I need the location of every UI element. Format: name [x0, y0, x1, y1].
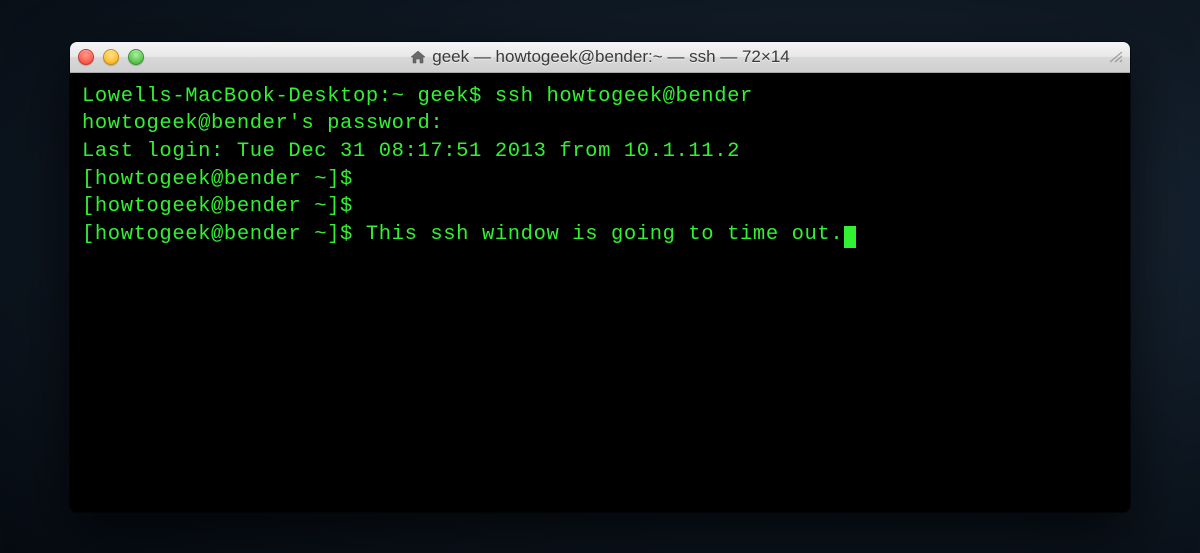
window-title: geek — howtogeek@bender:~ — ssh — 72×14: [432, 47, 789, 67]
cursor: [844, 226, 856, 248]
resize-grip-icon[interactable]: [1108, 50, 1124, 64]
prompt: [howtogeek@bender ~]$: [82, 168, 366, 191]
command-text: ssh howtogeek@bender: [495, 85, 753, 108]
minimize-button[interactable]: [103, 49, 119, 65]
terminal-line: [howtogeek@bender ~]$ This ssh window is…: [82, 221, 1118, 249]
terminal-line: Lowells-MacBook-Desktop:~ geek$ ssh howt…: [82, 83, 1118, 111]
zoom-button[interactable]: [128, 49, 144, 65]
output-text: howtogeek@bender's password:: [82, 112, 443, 135]
command-text: This ssh window is going to time out.: [366, 223, 843, 246]
home-icon: [410, 50, 426, 64]
terminal-line: [howtogeek@bender ~]$: [82, 166, 1118, 194]
terminal-line: Last login: Tue Dec 31 08:17:51 2013 fro…: [82, 138, 1118, 166]
terminal-line: howtogeek@bender's password:: [82, 110, 1118, 138]
terminal-line: [howtogeek@bender ~]$: [82, 193, 1118, 221]
prompt: [howtogeek@bender ~]$: [82, 195, 366, 218]
title-wrap: geek — howtogeek@bender:~ — ssh — 72×14: [70, 47, 1130, 67]
prompt: [howtogeek@bender ~]$: [82, 223, 366, 246]
traffic-lights: [78, 49, 144, 65]
output-text: Last login: Tue Dec 31 08:17:51 2013 fro…: [82, 140, 740, 163]
prompt: Lowells-MacBook-Desktop:~ geek$: [82, 85, 495, 108]
titlebar[interactable]: geek — howtogeek@bender:~ — ssh — 72×14: [70, 42, 1130, 73]
terminal-window: geek — howtogeek@bender:~ — ssh — 72×14 …: [70, 42, 1130, 512]
terminal-body[interactable]: Lowells-MacBook-Desktop:~ geek$ ssh howt…: [70, 73, 1130, 512]
close-button[interactable]: [78, 49, 94, 65]
